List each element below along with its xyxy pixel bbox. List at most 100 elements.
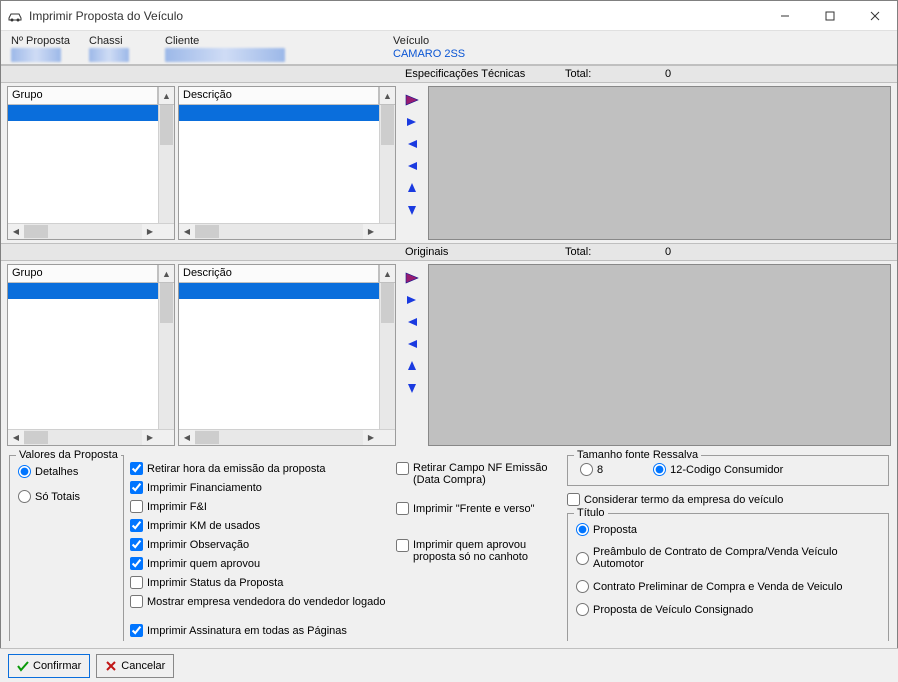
- radio-detalhes-input[interactable]: [18, 465, 31, 478]
- cancelar-label: Cancelar: [121, 660, 165, 672]
- check-impr-km[interactable]: Imprimir KM de usados: [130, 519, 390, 532]
- main-content: Especificações Técnicas Total: 0 Grupo ▲…: [1, 65, 897, 641]
- espec-dual-list: Grupo ▲ ◀ ▶ Descrição ▲: [1, 83, 897, 243]
- scroll-up-icon[interactable]: ▲: [158, 87, 174, 104]
- espec-arrow-buttons: [399, 86, 425, 240]
- vertical-scrollbar[interactable]: [158, 283, 174, 429]
- orig-right-list[interactable]: [428, 264, 891, 446]
- fontsize-legend: Tamanho fonte Ressalva: [574, 449, 701, 461]
- list-row-selected[interactable]: [179, 283, 395, 299]
- list-body[interactable]: [179, 283, 395, 445]
- radio-font-12[interactable]: 12-Codigo Consumidor: [653, 463, 783, 476]
- check-impr-status[interactable]: Imprimir Status da Proposta: [130, 576, 390, 589]
- proposta-value: [11, 48, 61, 62]
- radio-font-8[interactable]: 8: [580, 463, 603, 476]
- check-column-2: Retirar Campo NF Emissão (Data Compra) I…: [396, 455, 561, 641]
- horizontal-scrollbar[interactable]: ◀ ▶: [8, 429, 174, 445]
- horizontal-scrollbar[interactable]: ◀ ▶: [179, 223, 395, 239]
- grupo-header[interactable]: Grupo: [8, 265, 158, 282]
- list-body[interactable]: [8, 105, 174, 239]
- list-body[interactable]: [8, 283, 174, 445]
- grupo-header[interactable]: Grupo: [8, 87, 158, 104]
- check-frente-verso[interactable]: Imprimir "Frente e verso": [396, 502, 561, 515]
- move-right-button[interactable]: [402, 290, 422, 310]
- scroll-right-icon[interactable]: ▶: [142, 224, 158, 239]
- check-impr-obs[interactable]: Imprimir Observação: [130, 538, 390, 551]
- scroll-up-icon[interactable]: ▲: [379, 265, 395, 282]
- move-up-button[interactable]: [402, 356, 422, 376]
- espec-total-label: Total:: [565, 68, 665, 80]
- scroll-left-icon[interactable]: ◀: [8, 430, 24, 445]
- orig-dual-list: Grupo ▲ ◀ ▶ Descrição ▲: [1, 261, 897, 449]
- espec-grupo-list[interactable]: Grupo ▲ ◀ ▶: [7, 86, 175, 240]
- scroll-up-icon[interactable]: ▲: [379, 87, 395, 104]
- orig-arrow-buttons: [399, 264, 425, 446]
- radio-detalhes[interactable]: Detalhes: [18, 465, 115, 478]
- check-retirar-nf[interactable]: Retirar Campo NF Emissão (Data Compra): [396, 462, 561, 486]
- move-right-button[interactable]: [402, 112, 422, 132]
- move-all-right-button[interactable]: [402, 268, 422, 288]
- move-down-button[interactable]: [402, 200, 422, 220]
- list-row-selected[interactable]: [8, 283, 174, 299]
- vertical-scrollbar[interactable]: [158, 105, 174, 223]
- descricao-header[interactable]: Descrição: [179, 87, 379, 104]
- espec-right-list[interactable]: [428, 86, 891, 240]
- radio-titulo-proposta[interactable]: Proposta: [576, 523, 880, 536]
- check-impr-fi[interactable]: Imprimir F&I: [130, 500, 390, 513]
- close-button[interactable]: [852, 1, 897, 30]
- espec-descricao-list[interactable]: Descrição ▲ ◀ ▶: [178, 86, 396, 240]
- list-header: Grupo ▲: [8, 265, 174, 283]
- vertical-scrollbar[interactable]: [379, 283, 395, 429]
- check-impr-quem[interactable]: Imprimir quem aprovou: [130, 557, 390, 570]
- move-all-left-button[interactable]: [402, 156, 422, 176]
- orig-descricao-list[interactable]: Descrição ▲ ◀ ▶: [178, 264, 396, 446]
- horizontal-scrollbar[interactable]: ◀ ▶: [8, 223, 174, 239]
- vertical-scrollbar[interactable]: [379, 105, 395, 223]
- proposta-field: Nº Proposta: [11, 35, 81, 62]
- list-header: Descrição ▲: [179, 87, 395, 105]
- title-bar: Imprimir Proposta do Veículo: [1, 1, 897, 31]
- move-all-left-button[interactable]: [402, 334, 422, 354]
- radio-titulo-preliminar[interactable]: Contrato Preliminar de Compra e Venda de…: [576, 580, 880, 593]
- minimize-button[interactable]: [762, 1, 807, 30]
- proposta-label: Nº Proposta: [11, 35, 81, 47]
- move-up-button[interactable]: [402, 178, 422, 198]
- radio-detalhes-label: Detalhes: [35, 466, 78, 478]
- check-impr-financ[interactable]: Imprimir Financiamento: [130, 481, 390, 494]
- scroll-right-icon[interactable]: ▶: [363, 430, 379, 445]
- radio-so-totais[interactable]: Só Totais: [18, 490, 115, 503]
- descricao-header[interactable]: Descrição: [179, 265, 379, 282]
- cliente-label: Cliente: [165, 35, 385, 47]
- scroll-left-icon[interactable]: ◀: [8, 224, 24, 239]
- check-canhoto[interactable]: Imprimir quem aprovou proposta só no can…: [396, 539, 561, 563]
- move-left-button[interactable]: [402, 134, 422, 154]
- orig-grupo-list[interactable]: Grupo ▲ ◀ ▶: [7, 264, 175, 446]
- scroll-right-icon[interactable]: ▶: [363, 224, 379, 239]
- maximize-button[interactable]: [807, 1, 852, 30]
- move-down-button[interactable]: [402, 378, 422, 398]
- check-impr-assinatura[interactable]: Imprimir Assinatura em todas as Páginas: [130, 624, 390, 637]
- list-header: Grupo ▲: [8, 87, 174, 105]
- check-considerar-termo[interactable]: Considerar termo da empresa do veículo: [567, 493, 889, 506]
- list-body[interactable]: [179, 105, 395, 239]
- list-row-selected[interactable]: [179, 105, 395, 121]
- radio-titulo-consignado[interactable]: Proposta de Veículo Consignado: [576, 603, 880, 616]
- check-mostrar-empresa[interactable]: Mostrar empresa vendedora do vendedor lo…: [130, 595, 390, 608]
- chassi-value: [89, 48, 129, 62]
- espec-total-value: 0: [665, 68, 745, 80]
- horizontal-scrollbar[interactable]: ◀ ▶: [179, 429, 395, 445]
- cancelar-button[interactable]: Cancelar: [96, 654, 174, 678]
- radio-titulo-preambulo[interactable]: Preâmbulo de Contrato de Compra/Venda Ve…: [576, 546, 880, 570]
- scroll-left-icon[interactable]: ◀: [179, 430, 195, 445]
- veiculo-label: Veículo: [393, 35, 465, 47]
- x-icon: [105, 660, 117, 672]
- list-row-selected[interactable]: [8, 105, 174, 121]
- confirmar-button[interactable]: Confirmar: [8, 654, 90, 678]
- radio-so-totais-input[interactable]: [18, 490, 31, 503]
- move-all-right-button[interactable]: [402, 90, 422, 110]
- scroll-right-icon[interactable]: ▶: [142, 430, 158, 445]
- move-left-button[interactable]: [402, 312, 422, 332]
- check-retirar-hora[interactable]: Retirar hora da emissão da proposta: [130, 462, 390, 475]
- scroll-up-icon[interactable]: ▲: [158, 265, 174, 282]
- scroll-left-icon[interactable]: ◀: [179, 224, 195, 239]
